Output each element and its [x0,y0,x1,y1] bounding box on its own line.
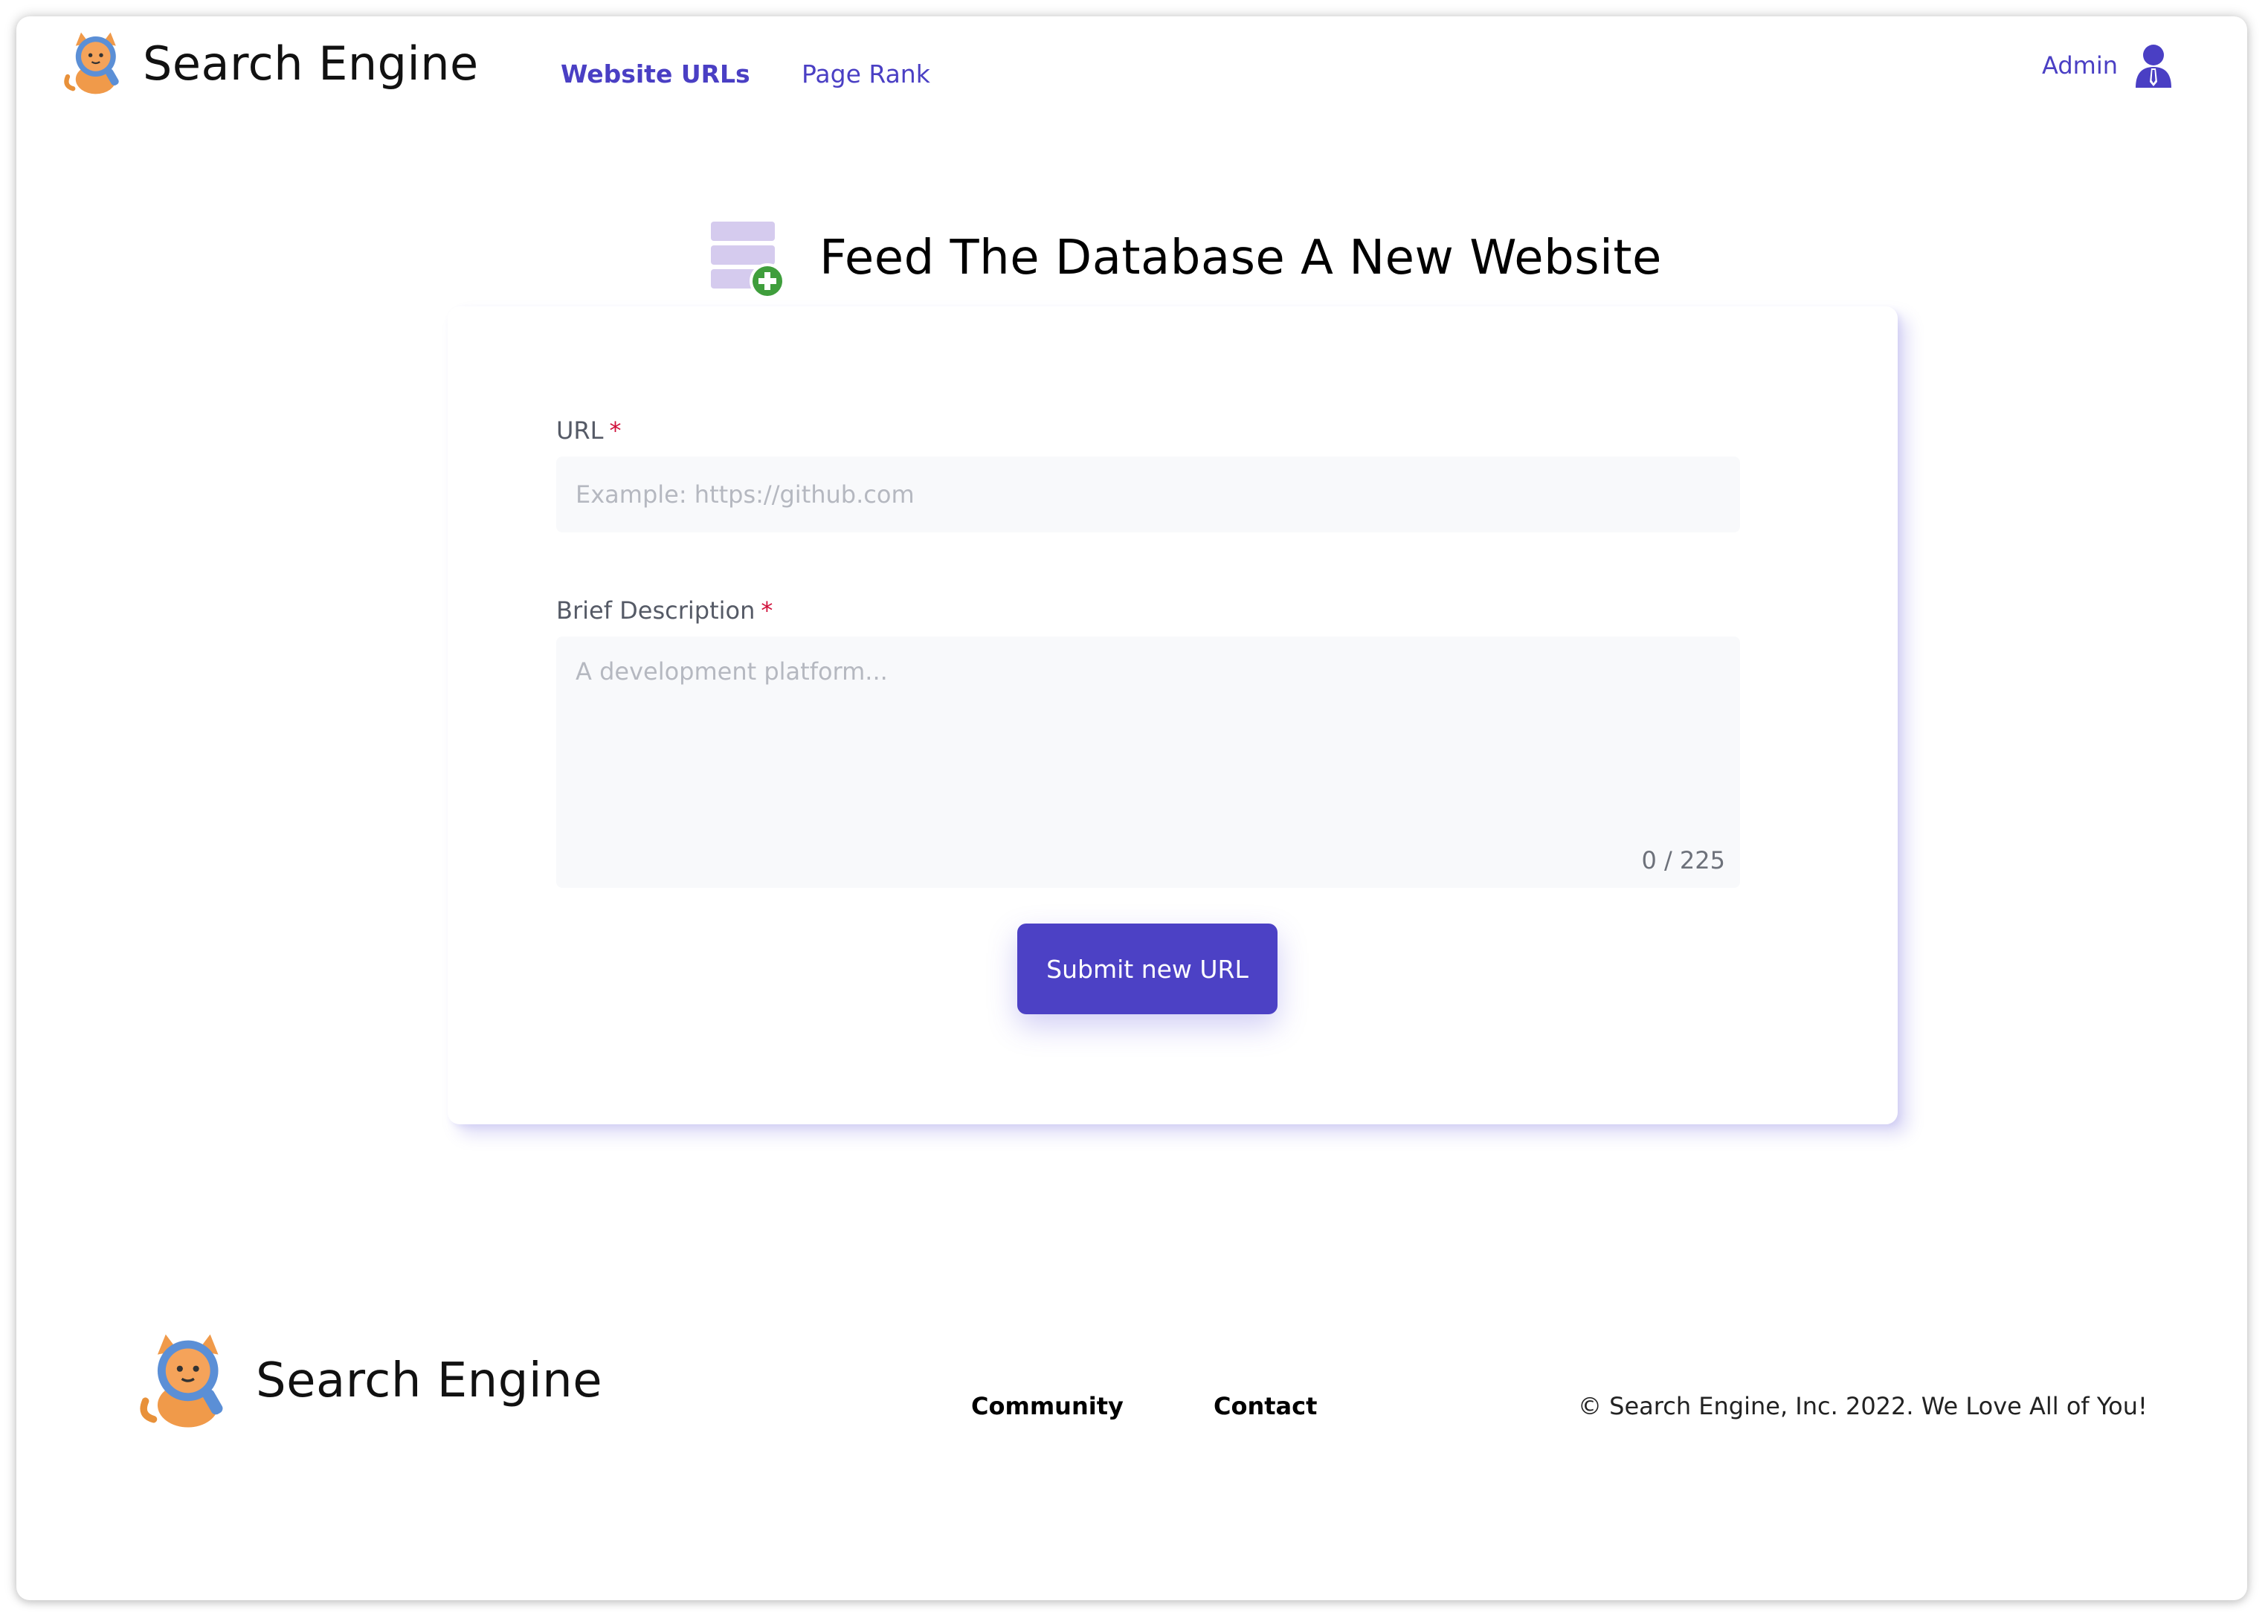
description-label-text: Brief Description [556,596,756,625]
description-label: Brief Description * [556,596,773,625]
nav-page-rank[interactable]: Page Rank [802,59,930,88]
footer-brand[interactable]: Search Engine [135,1325,602,1437]
nav-website-urls[interactable]: Website URLs [561,59,750,88]
cat-logo-icon [140,1334,223,1428]
header-brand[interactable]: Search Engine [61,22,479,104]
description-textarea[interactable] [556,637,1740,888]
brand-name: Search Engine [143,36,479,91]
new-url-form-card: URL* Brief Description* 0 / 225 Submit n… [448,306,1898,1124]
url-input[interactable] [556,457,1740,532]
page-title-row: Feed The Database A New Website [708,217,1662,299]
copyright-text: © Search Engine, Inc. 2022. We Love All … [1578,1392,2148,1420]
user-icon [2136,45,2171,88]
footer-link-community[interactable]: Community [971,1392,1124,1420]
cat-logo-icon [64,32,119,94]
admin-menu[interactable]: Admin [2042,43,2173,88]
submit-url-button[interactable]: Submit new URL [1017,924,1278,1014]
footer-link-contact[interactable]: Contact [1214,1392,1317,1420]
database-add-icon [711,222,785,299]
url-label: URL * [556,416,621,445]
app-window: Search Engine Website URLs Page Rank Adm… [16,16,2247,1600]
admin-label: Admin [2042,51,2118,80]
footer-brand-name: Search Engine [256,1353,603,1408]
required-mark: * [761,596,773,625]
description-char-counter: 0 / 225 [1641,846,1725,874]
required-mark: * [609,416,622,445]
url-label-text: URL [556,416,604,445]
page-title: Feed The Database A New Website [819,231,1662,286]
